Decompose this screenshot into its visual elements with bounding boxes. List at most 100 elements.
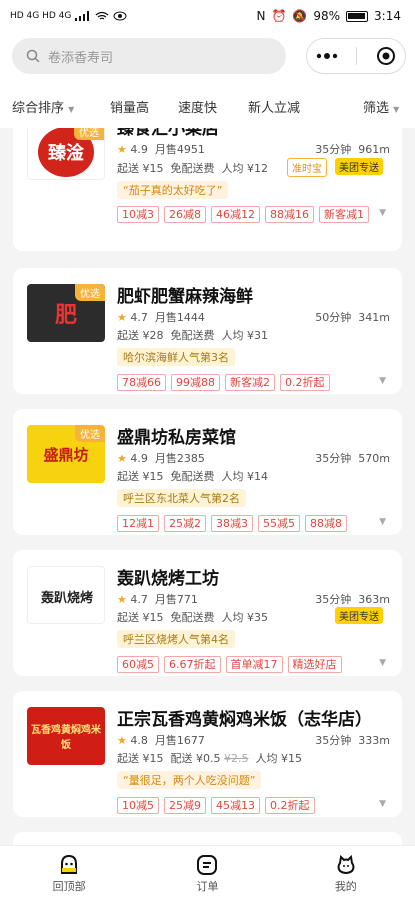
store-logo: 盛鼎坊 优选 [27, 425, 105, 483]
chevron-down-icon: ▼ [393, 105, 400, 114]
store-card[interactable]: 盛鼎坊 优选 盛鼎坊私房菜馆 ★ 4.9 月售2385 35分钟 570m 起送… [13, 409, 402, 535]
eye-icon [113, 11, 127, 21]
monthly-sales: 月售2385 [154, 452, 205, 465]
promo-tag: 46减12 [211, 206, 260, 223]
star-icon: ★ [117, 143, 127, 156]
nav-label: 回顶部 [52, 880, 86, 893]
store-name: 正宗瓦香鸡黄焖鸡米饭（志华店） [117, 710, 372, 730]
mute-icon: 🔕 [292, 9, 308, 23]
promo-tag: 78减66 [117, 374, 166, 391]
per-person: 人均 ¥31 [221, 329, 269, 342]
filter-new-user[interactable]: 新人立减 [248, 97, 300, 116]
star-icon: ★ [117, 734, 127, 747]
search-placeholder: 卷添香寿司 [48, 50, 114, 66]
capsule-divider [356, 47, 358, 65]
monthly-sales: 月售1444 [154, 311, 205, 324]
logo-text: 瓦香鸡黄焖鸡米饭 [31, 725, 101, 751]
filter-sort[interactable]: 综合排序 ▼ [12, 97, 74, 116]
expand-icon[interactable]: ▼ [379, 208, 386, 218]
promo-tags: 12减1 25减2 38减3 55减5 88减8 [117, 515, 379, 532]
expand-icon[interactable]: ▼ [379, 376, 386, 386]
back-to-top-icon [61, 854, 78, 874]
promo-tag: 首单减17 [225, 656, 283, 673]
store-card[interactable]: 臻淦 优选 臻食汇小菜店 ★ 4.9 月售4951 35分钟 961m 起送 ¥… [13, 128, 402, 251]
store-logo: 臻淦 优选 [27, 128, 105, 180]
promo-tag: 25减2 [164, 515, 206, 532]
nav-back-to-top[interactable]: 回顶部 [9, 846, 129, 900]
signal-indicators: HD 4G HD 4G [10, 11, 127, 21]
expand-icon[interactable]: ▼ [379, 658, 386, 668]
promo-tag: 55减5 [258, 515, 300, 532]
preferred-badge: 优选 [75, 284, 105, 301]
search-icon [26, 49, 40, 63]
store-list: 臻淦 优选 臻食汇小菜店 ★ 4.9 月售4951 35分钟 961m 起送 ¥… [0, 128, 415, 845]
promo-tag: 新客减1 [319, 206, 369, 223]
star-icon: ★ [117, 311, 127, 324]
store-name: 臻食汇小菜店 [117, 128, 219, 139]
alarm-icon: ⏰ [271, 9, 287, 23]
min-order: 起送 ¥28 [117, 329, 164, 342]
monthly-sales: 月售1677 [154, 734, 205, 747]
system-indicators: N ⏰ 🔕 98% 3:14 [256, 9, 401, 23]
star-icon: ★ [117, 593, 127, 606]
wifi-icon [95, 11, 109, 20]
promo-tags: 10减3 26减8 46减12 88减16 新客减1 [117, 206, 379, 223]
filter-speed[interactable]: 速度快 [178, 97, 217, 116]
promo-tag: 45减13 [211, 797, 260, 814]
store-rating: 4.7 [130, 593, 148, 606]
distance: 333m [358, 734, 390, 747]
delivery-time: 50分钟 [315, 311, 352, 324]
distance: 570m [358, 452, 390, 465]
expand-icon[interactable]: ▼ [379, 517, 386, 527]
meituan-delivery-badge: 美团专送 [335, 158, 383, 175]
profile-icon [337, 854, 355, 874]
delivery-fee: 配送 ¥0.5 [170, 752, 221, 765]
filter-more-label: 筛选 [363, 101, 390, 116]
star-icon: ★ [117, 452, 127, 465]
store-card[interactable]: 轰趴烧烤 轰趴烧烤工坊 ★ 4.7 月售771 35分钟 363m 起送 ¥15… [13, 550, 402, 676]
filter-more[interactable]: 筛选 ▼ [363, 97, 399, 116]
store-card[interactable]: 肥 优选 肥虾肥蟹麻辣海鲜 ★ 4.7 月售1444 50分钟 341m 起送 … [13, 268, 402, 394]
store-logo: 肥 优选 [27, 284, 105, 342]
min-order: 起送 ¥15 [117, 162, 164, 175]
bottom-nav: 回顶部 订单 我的 [0, 845, 415, 900]
per-person: 人均 ¥15 [255, 752, 303, 765]
store-name: 肥虾肥蟹麻辣海鲜 [117, 287, 253, 307]
store-rating: 4.8 [130, 734, 148, 747]
min-order: 起送 ¥15 [117, 470, 164, 483]
review-quote: “茄子真的太好吃了” [117, 181, 229, 199]
store-logo: 瓦香鸡黄焖鸡米饭 [27, 707, 105, 765]
signal-icon [75, 11, 90, 21]
filter-sales[interactable]: 销量高 [110, 97, 149, 116]
monthly-sales: 月售771 [154, 593, 198, 606]
close-miniprogram-icon[interactable] [376, 46, 396, 66]
promo-tag: 38减3 [211, 515, 253, 532]
preferred-badge: 优选 [75, 425, 105, 442]
search-box[interactable]: 卷添香寿司 [12, 38, 286, 74]
top-bar: 卷添香寿司 [0, 32, 415, 82]
delivery-time: 35分钟 [315, 143, 352, 156]
expand-icon[interactable]: ▼ [379, 799, 386, 809]
promo-tag: 88减16 [265, 206, 314, 223]
store-card[interactable]: 瓦香鸡黄焖鸡米饭 正宗瓦香鸡黄焖鸡米饭（志华店） ★ 4.8 月售1677 35… [13, 691, 402, 817]
nav-label: 我的 [334, 880, 357, 893]
store-card[interactable] [13, 832, 402, 845]
original-delivery-fee: ¥2.5 [224, 752, 249, 765]
nav-orders[interactable]: 订单 [147, 846, 267, 900]
filter-bar: 综合排序 ▼ 销量高 速度快 新人立减 筛选 ▼ [0, 82, 415, 128]
delivery-time: 35分钟 [315, 452, 352, 465]
meituan-delivery-badge: 美团专送 [335, 607, 383, 624]
more-icon[interactable] [316, 53, 338, 59]
nav-profile[interactable]: 我的 [286, 846, 406, 900]
promo-tag: 精选好店 [287, 656, 342, 673]
promo-tag: 99减88 [171, 374, 220, 391]
store-rating: 4.9 [130, 143, 148, 156]
promo-tag: 12减1 [117, 515, 159, 532]
battery-icon [346, 10, 369, 22]
promo-tag: 60减5 [117, 656, 159, 673]
popularity-rank: 哈尔滨海鲜人气第3名 [117, 348, 235, 366]
promo-tag: 6.67折起 [164, 656, 221, 673]
store-name: 盛鼎坊私房菜馆 [117, 428, 236, 448]
nfc-icon: N [256, 9, 266, 23]
chevron-down-icon: ▼ [68, 105, 75, 114]
